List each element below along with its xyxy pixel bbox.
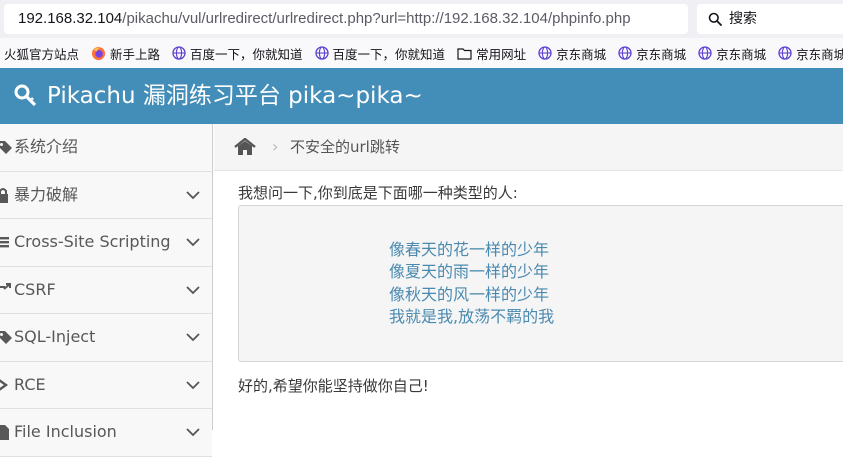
sidebar-item-label: 系统介绍	[14, 137, 79, 156]
sidebar-item-label: 暴力破解	[14, 184, 79, 204]
sidebar-item-brute-force[interactable]: 暴力破解	[0, 171, 212, 219]
bookmark-item[interactable]: 京东商城	[614, 38, 694, 68]
folder-icon	[457, 47, 472, 60]
breadcrumb: › 不安全的url跳转	[214, 124, 843, 171]
bookmark-label: 京东商城	[716, 46, 767, 62]
browser-toolbar: 192.168.32.104/pikachu/vul/urlredirect/u…	[0, 0, 843, 38]
bookmark-item[interactable]: 新手上路	[87, 38, 168, 68]
bookmark-label: 京东商城	[556, 46, 607, 62]
bookmark-item[interactable]: 京东商城	[534, 38, 614, 68]
app-header: Pikachu 漏洞练习平台 pika~pika~	[0, 68, 843, 124]
address-bar[interactable]: 192.168.32.104/pikachu/vul/urlredirect/u…	[4, 4, 688, 34]
lock-icon	[0, 187, 8, 203]
tag-icon	[0, 331, 12, 344]
option-link[interactable]: 像春天的花一样的少年	[389, 239, 549, 261]
chevron-down-icon	[186, 428, 200, 437]
chevron-down-icon	[186, 285, 200, 294]
chevron-down-icon	[186, 238, 200, 247]
globe-icon	[618, 46, 632, 60]
bookmark-item[interactable]: 火狐官方站点	[0, 38, 87, 68]
firefox-icon	[91, 46, 106, 60]
bookmark-folder[interactable]: 常用网址	[453, 38, 534, 68]
sidebar-item-label: CSRF	[14, 279, 56, 299]
tag-icon	[0, 141, 12, 154]
file-icon	[0, 425, 9, 440]
bookmark-label: 百度一下，你就知道	[190, 46, 303, 62]
sidebar-item-label: File Inclusion	[14, 422, 117, 441]
bookmark-label: 百度一下，你就知道	[332, 46, 446, 62]
bookmark-label: 京东商城	[636, 46, 687, 62]
bookmark-label: 新手上路	[110, 46, 161, 62]
share-icon	[0, 282, 11, 295]
search-placeholder: 搜索	[729, 11, 757, 27]
bookmarks-bar: 火狐官方站点 新手上路 百度一下，你就知道 百度一下，你就知道 常用网址 京东商…	[0, 38, 843, 68]
option-link[interactable]: 像秋天的风一样的少年	[389, 284, 549, 306]
bolt-icon	[0, 378, 9, 391]
bookmark-label: 火狐官方站点	[4, 46, 80, 62]
sidebar-item-label: SQL-Inject	[14, 327, 96, 346]
bookmark-item[interactable]: 京东商城	[774, 38, 843, 68]
sidebar-item-xss[interactable]: Cross-Site Scripting	[0, 219, 212, 267]
bookmark-item[interactable]: 京东商城	[694, 38, 774, 68]
globe-icon	[172, 46, 186, 60]
sidebar-item-file-inclusion[interactable]: File Inclusion	[0, 409, 212, 457]
option-link[interactable]: 像夏天的雨一样的少年	[389, 261, 549, 283]
sidebar: 系统介绍 暴力破解 Cross-Site Scripting CSRF SQL-…	[0, 124, 213, 457]
sidebar-item-csrf[interactable]: CSRF	[0, 266, 212, 314]
chevron-down-icon	[186, 190, 200, 199]
options-box: 像春天的花一样的少年 像夏天的雨一样的少年 像秋天的风一样的少年 我就是我,放荡…	[238, 205, 843, 362]
url-path: /pikachu/vul/urlredirect/urlredirect.php…	[122, 10, 631, 27]
sidebar-item-rce[interactable]: RCE	[0, 361, 212, 409]
bookmark-item[interactable]: 百度一下，你就知道	[168, 38, 311, 68]
option-link[interactable]: 我就是我,放荡不羁的我	[389, 306, 554, 328]
question-text: 我想问一下,你到底是下面哪一种类型的人:	[238, 184, 518, 202]
bookmark-label: 常用网址	[476, 46, 527, 62]
lines-icon	[0, 237, 9, 248]
search-icon	[708, 12, 722, 26]
key-icon	[14, 84, 37, 107]
globe-icon	[538, 46, 552, 60]
url-host: 192.168.32.104	[18, 10, 123, 27]
globe-icon	[778, 46, 792, 60]
chevron-down-icon	[186, 380, 200, 389]
app-title[interactable]: Pikachu 漏洞练习平台 pika~pika~	[47, 81, 423, 111]
sidebar-item-intro[interactable]: 系统介绍	[0, 124, 212, 172]
breadcrumb-separator: ›	[272, 137, 279, 156]
search-input[interactable]: 搜索	[697, 4, 843, 34]
sidebar-item-label: Cross-Site Scripting	[14, 232, 171, 251]
sidebar-item-sql-inject[interactable]: SQL-Inject	[0, 314, 212, 362]
bookmark-label: 京东商城	[796, 46, 843, 62]
sidebar-item-label: RCE	[14, 374, 46, 394]
globe-icon	[698, 46, 712, 60]
answer-text: 好的,希望你能坚持做你自己!	[238, 377, 429, 395]
chevron-down-icon	[186, 333, 200, 342]
globe-icon	[314, 46, 329, 60]
breadcrumb-current: 不安全的url跳转	[290, 138, 400, 156]
bookmark-item[interactable]: 百度一下，你就知道	[311, 38, 454, 68]
home-icon[interactable]	[234, 138, 256, 156]
